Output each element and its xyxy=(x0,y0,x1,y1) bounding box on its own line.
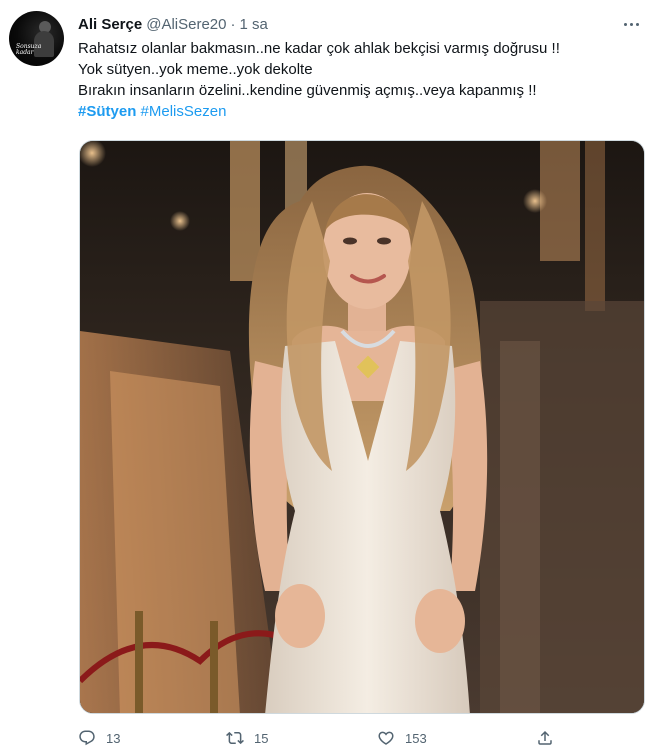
hashtag-melissezen[interactable]: #MelisSezen xyxy=(141,103,227,120)
reply-button[interactable]: 13 xyxy=(78,729,120,747)
tweet-line: Bırakın insanların özelini..kendine güve… xyxy=(78,82,537,99)
tweet-text: Rahatsız olanlar bakmasın..ne kadar çok … xyxy=(78,38,638,122)
share-button[interactable] xyxy=(536,729,554,747)
timestamp[interactable]: 1 sa xyxy=(240,16,268,33)
author-name[interactable]: Ali Serçe xyxy=(78,16,142,33)
share-icon xyxy=(538,730,552,745)
action-bar: 13 15 153 xyxy=(78,728,558,748)
retweet-icon xyxy=(226,731,244,745)
retweet-count: 15 xyxy=(254,730,269,746)
like-button[interactable]: 153 xyxy=(377,729,427,747)
avatar[interactable]: Sonsuza kadar xyxy=(9,11,64,66)
reply-count: 13 xyxy=(106,730,121,746)
avatar-caption: Sonsuza kadar xyxy=(16,43,42,56)
tweet-line: Rahatsız olanlar bakmasın..ne kadar çok … xyxy=(78,40,560,57)
separator-dot: · xyxy=(230,15,236,33)
like-count: 153 xyxy=(405,730,427,746)
reply-icon xyxy=(79,730,95,746)
more-options-icon[interactable] xyxy=(619,12,643,36)
tweet-line: Yok sütyen..yok meme..yok dekolte xyxy=(78,61,313,78)
tweet[interactable]: Sonsuza kadar Ali Serçe @AliSere20 · 1 s… xyxy=(0,0,653,746)
tweet-photo[interactable] xyxy=(79,140,645,714)
author-handle[interactable]: @AliSere20 xyxy=(146,16,226,33)
photo-illustration xyxy=(80,141,644,713)
heart-icon xyxy=(378,731,394,745)
retweet-button[interactable]: 15 xyxy=(226,729,268,747)
tweet-header: Ali Serçe @AliSere20 · 1 sa xyxy=(78,14,268,34)
hashtag-row: #Sütyen #MelisSezen xyxy=(78,101,638,122)
hashtag-sutyen[interactable]: #Sütyen xyxy=(78,103,136,120)
